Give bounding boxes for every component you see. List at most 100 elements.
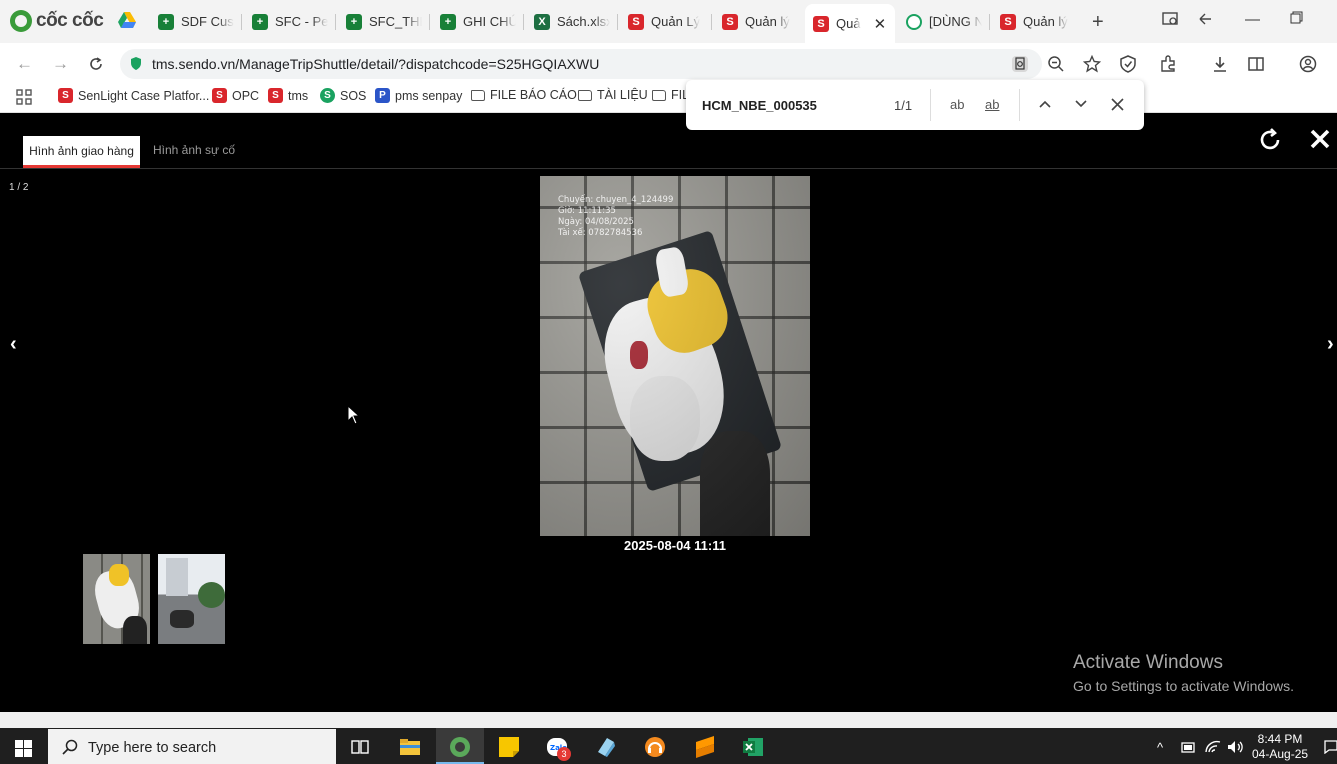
bookmark-folder-tai-lieu[interactable]: TÀI LIỆU: [578, 88, 648, 102]
photo-watermark: Chuyến: chuyen_4_124499 Giờ: 11:11:35 Ng…: [558, 195, 673, 239]
thumbnail-2[interactable]: [158, 554, 225, 644]
task-view-icon[interactable]: [349, 736, 371, 758]
activate-windows-watermark: Activate Windows Go to Settings to activ…: [1073, 652, 1294, 694]
tab-ghi-chu[interactable]: + GHI CHÚ: [432, 6, 524, 37]
site-secure-icon[interactable]: [130, 56, 142, 71]
bookmark-senlight[interactable]: S SenLight Case Platfor...: [58, 88, 209, 103]
folder-icon: [578, 89, 592, 101]
tab-sfc-per[interactable]: + SFC - Per: [244, 6, 336, 37]
forward-button[interactable]: →: [52, 54, 69, 74]
battery-icon[interactable]: [1181, 741, 1197, 754]
google-drive-icon[interactable]: [118, 12, 136, 28]
tab-quan-ly-1[interactable]: S Quản Lý: [620, 6, 712, 37]
bookmark-pms-senpay[interactable]: Ppms senpay: [375, 88, 462, 103]
whole-word-button[interactable]: ab: [985, 97, 999, 112]
sendo-icon: S: [268, 88, 283, 103]
image-counter: 1 / 2: [9, 182, 29, 193]
bookmark-opc[interactable]: S OPC: [212, 88, 259, 103]
find-next-icon[interactable]: [1075, 99, 1087, 109]
file-explorer-icon[interactable]: [399, 736, 421, 758]
bookmark-folder-file-bao-cao[interactable]: FILE BÁO CÁO: [471, 88, 577, 102]
bookmark-tms[interactable]: Stms: [268, 88, 308, 103]
delivery-photo: Chuyến: chuyen_4_124499 Giờ: 11:11:35 Ng…: [540, 176, 810, 536]
back-button[interactable]: ←: [16, 54, 33, 74]
show-hidden-icons-icon[interactable]: ^: [1157, 740, 1163, 755]
p-icon: P: [375, 88, 390, 103]
sendo-icon: S: [628, 13, 644, 30]
back-history-icon[interactable]: [1197, 11, 1213, 27]
close-tab-icon[interactable]: ✕: [874, 15, 887, 33]
screenshot-search-icon[interactable]: [1162, 11, 1180, 27]
logo-text: cốc cốc: [36, 10, 104, 31]
photo-timestamp: 2025-08-04 11:11: [624, 538, 726, 553]
excel-taskbar-icon[interactable]: [742, 736, 764, 758]
tab-sdf-cust[interactable]: + SDF Cust: [150, 6, 242, 37]
taskbar-search-placeholder[interactable]: Type here to search: [88, 740, 216, 756]
tab-sfc-the[interactable]: + SFC_THE: [338, 6, 430, 37]
find-prev-icon[interactable]: [1039, 99, 1051, 109]
coccoc-icon: [906, 13, 922, 30]
reload-icon[interactable]: [88, 56, 104, 72]
find-input[interactable]: HCM_NBE_000535: [702, 98, 817, 113]
windows-start-icon[interactable]: [15, 740, 32, 757]
sendo-icon: S: [722, 13, 738, 30]
download-icon[interactable]: [1211, 55, 1229, 73]
side-panel-icon[interactable]: [1247, 55, 1265, 73]
folder-icon: [471, 89, 485, 101]
rotate-icon[interactable]: [1259, 128, 1282, 151]
apps-grid-icon[interactable]: [16, 89, 32, 105]
tab-title: Sách.xlsx: [557, 14, 610, 29]
match-case-button[interactable]: ab: [950, 97, 964, 112]
zalo-badge: 3: [557, 747, 571, 761]
activate-title: Activate Windows: [1073, 652, 1223, 673]
close-find-icon[interactable]: [1111, 98, 1124, 111]
tab-dung-n[interactable]: [DÙNG N: [898, 6, 990, 37]
prev-image-button[interactable]: ‹: [10, 333, 17, 356]
wifi-icon[interactable]: [1205, 740, 1221, 754]
bookmark-sos[interactable]: S SOS: [320, 88, 366, 103]
coccoc-logo[interactable]: cốc cốc: [10, 9, 104, 33]
folder-icon: [652, 89, 666, 101]
next-image-button[interactable]: ›: [1327, 333, 1334, 356]
sheets-icon: +: [252, 13, 268, 30]
tab-title: [DÙNG N: [929, 14, 982, 29]
sendo-icon: S: [813, 15, 829, 32]
url-text[interactable]: tms.sendo.vn/ManageTripShuttle/detail/?d…: [152, 56, 599, 72]
headset-app-icon[interactable]: [644, 736, 666, 758]
tab-quan-ly-2[interactable]: S Quản lý: [714, 6, 804, 37]
tab-incident-images[interactable]: Hình ảnh sự cố: [153, 143, 235, 157]
tab-quan-ly-3[interactable]: S Quản lý: [992, 6, 1084, 37]
coccoc-icon: S: [320, 88, 335, 103]
zoom-out-icon[interactable]: [1047, 55, 1065, 73]
profile-avatar-icon[interactable]: [1299, 55, 1317, 73]
bookmark-label: pms senpay: [395, 88, 463, 103]
tab-quan-ly-active[interactable]: S Quả ✕: [805, 4, 895, 43]
sheets-icon: +: [346, 13, 362, 30]
shield-icon[interactable]: [1119, 55, 1137, 73]
horizontal-scrollbar[interactable]: [0, 712, 1337, 728]
sticky-notes-icon[interactable]: [498, 736, 520, 758]
clock-time: 8:44 PM: [1257, 732, 1303, 746]
sublime-text-icon[interactable]: [694, 736, 716, 758]
coccoc-browser-icon[interactable]: [449, 736, 471, 758]
watermark-line: Ngày: 04/08/2025: [558, 217, 634, 227]
minimize-window-button[interactable]: —: [1245, 11, 1260, 28]
thumbnail-1[interactable]: [83, 554, 150, 644]
tab-sach-xlsx[interactable]: X Sách.xlsx: [526, 6, 618, 37]
notifications-icon[interactable]: [1324, 740, 1337, 754]
close-viewer-icon[interactable]: [1309, 128, 1331, 150]
mail-app-icon[interactable]: [595, 736, 617, 758]
mouse-cursor-icon: [347, 405, 361, 425]
taskbar-clock[interactable]: 8:44 PM 04-Aug-25: [1252, 732, 1308, 762]
tab-title: Quản lý: [1023, 14, 1068, 29]
extensions-icon[interactable]: [1159, 55, 1177, 73]
tab-delivery-images[interactable]: Hình ảnh giao hàng: [23, 136, 140, 168]
bookmark-folder-fil[interactable]: FIL: [652, 88, 689, 102]
new-tab-button[interactable]: +: [1092, 11, 1104, 34]
find-in-page-icon[interactable]: [1011, 55, 1029, 73]
restore-window-icon[interactable]: [1290, 11, 1303, 24]
bookmark-star-icon[interactable]: [1083, 55, 1101, 73]
bookmark-label: SOS: [340, 88, 367, 103]
tab-title: Quản lý: [745, 14, 790, 29]
volume-icon[interactable]: [1227, 740, 1244, 754]
